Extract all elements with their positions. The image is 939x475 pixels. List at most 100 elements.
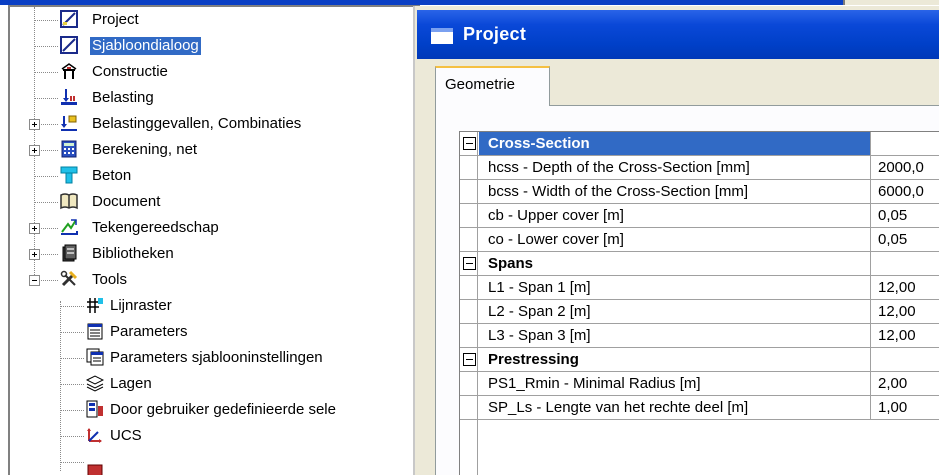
tree-item-beton[interactable]: Beton	[0, 163, 420, 189]
tree-item-label: Belasting	[92, 89, 154, 106]
expand-toggle[interactable]	[29, 119, 40, 130]
property-row[interactable]: L1 - Span 1 [m] 12,00	[460, 276, 939, 300]
tab-bar: Geometrie	[435, 66, 939, 106]
tree-item-label: Project	[92, 11, 139, 28]
property-value[interactable]: 6000,0	[878, 183, 924, 200]
tree-item-label: Tekengereedschap	[92, 219, 219, 236]
collapse-toggle[interactable]	[463, 353, 476, 366]
tree-item-parameters-sjablooninstellingen[interactable]: Parameters sjablooninstellingen	[0, 345, 420, 371]
document-icon	[60, 192, 78, 210]
property-name: L2 - Span 2 [m]	[488, 303, 591, 320]
category-prestressing[interactable]: Prestressing	[460, 348, 939, 372]
tab-label: Geometrie	[445, 76, 516, 93]
property-value[interactable]: 1,00	[878, 399, 907, 416]
property-row[interactable]: hcss - Depth of the Cross-Section [mm] 2…	[460, 156, 939, 180]
tree-item-project[interactable]: Project	[0, 7, 420, 33]
property-row[interactable]: PS1_Rmin - Minimal Radius [m] 2,00	[460, 372, 939, 396]
property-name: hcss - Depth of the Cross-Section [mm]	[488, 159, 750, 176]
tree-item-label: Berekening, net	[92, 141, 198, 158]
tree-item-document[interactable]: Document	[0, 189, 420, 215]
category-cross-section[interactable]: Cross-Section	[460, 132, 939, 156]
tree-item-constructie[interactable]: Constructie	[0, 59, 420, 85]
property-value[interactable]: 12,00	[878, 327, 916, 344]
tree-item-berekening[interactable]: Berekening, net	[0, 137, 420, 163]
property-name: bcss - Width of the Cross-Section [mm]	[488, 183, 749, 200]
tree-item-label: Sjabloondialoog	[90, 37, 201, 55]
template-dialog-icon	[60, 36, 78, 54]
tree-item-label: Lagen	[110, 375, 152, 392]
property-value[interactable]: 2000,0	[878, 159, 924, 176]
drawing-tools-icon	[60, 218, 78, 236]
tools-icon	[60, 270, 78, 288]
tree-item-belastinggevallen[interactable]: Belastinggevallen, Combinaties	[0, 111, 420, 137]
concrete-icon	[60, 166, 78, 184]
tree-item-sjabloondialoog[interactable]: Sjabloondialoog	[0, 33, 420, 59]
tree-item-label: Bibliotheken	[92, 245, 174, 262]
collapse-toggle[interactable]	[463, 137, 476, 150]
property-name: L1 - Span 1 [m]	[488, 279, 591, 296]
tree-item-lagen[interactable]: Lagen	[0, 371, 420, 397]
category-label: Prestressing	[488, 351, 579, 368]
tree-item-lijnraster[interactable]: Lijnraster	[0, 293, 420, 319]
tree-item-bibliotheken[interactable]: Bibliotheken	[0, 241, 420, 267]
expand-toggle[interactable]	[29, 249, 40, 260]
structure-icon	[60, 62, 78, 80]
grid-lines-icon	[86, 296, 104, 314]
tree-item-label: Belastinggevallen, Combinaties	[92, 115, 302, 132]
tree-item-parameters[interactable]: Parameters	[0, 319, 420, 345]
tree-item-tools[interactable]: Tools	[0, 267, 420, 293]
collapse-toggle[interactable]	[463, 257, 476, 270]
tree-item-label: Parameters sjablooninstellingen	[110, 349, 323, 366]
dialog-titlebar[interactable]: Project	[417, 10, 939, 59]
property-row[interactable]: cb - Upper cover [m] 0,05	[460, 204, 939, 228]
project-tree[interactable]: Project Sjabloondialoog Constructie Bela…	[0, 5, 420, 475]
tree-item-clipped[interactable]	[0, 449, 420, 475]
unknown-icon	[86, 463, 104, 475]
tree-item-label: UCS	[110, 427, 142, 444]
tree-item-label: Document	[92, 193, 161, 210]
dialog-title: Project	[463, 24, 527, 44]
tree-item-tekengereedschap[interactable]: Tekengereedschap	[0, 215, 420, 241]
property-row[interactable]: SP_Ls - Lengte van het rechte deel [m] 1…	[460, 396, 939, 420]
tree-item-ucs[interactable]: UCS	[0, 423, 420, 449]
property-row[interactable]: L2 - Span 2 [m] 12,00	[460, 300, 939, 324]
property-grid[interactable]: Cross-Section hcss - Depth of the Cross-…	[459, 131, 939, 475]
top-strip-right	[843, 0, 939, 5]
category-label: Spans	[488, 255, 534, 272]
category-label: Cross-Section	[488, 135, 590, 152]
expand-toggle[interactable]	[29, 223, 40, 234]
property-row[interactable]: L3 - Span 3 [m] 12,00	[460, 324, 939, 348]
tree-item-user-defined-selection[interactable]: Door gebruiker gedefinieerde sele	[0, 397, 420, 423]
collapse-toggle[interactable]	[29, 275, 40, 286]
property-name: L3 - Span 3 [m]	[488, 327, 591, 344]
property-row[interactable]: bcss - Width of the Cross-Section [mm] 6…	[460, 180, 939, 204]
property-value[interactable]: 2,00	[878, 375, 907, 392]
property-name: co - Lower cover [m]	[488, 231, 624, 248]
template-parameters-icon	[86, 348, 104, 366]
category-spans[interactable]: Spans	[460, 252, 939, 276]
window-icon	[431, 28, 453, 44]
load-cases-icon	[60, 114, 78, 132]
tree-item-belasting[interactable]: Belasting	[0, 85, 420, 111]
tab-geometrie[interactable]: Geometrie	[435, 66, 550, 106]
load-icon	[60, 88, 78, 106]
layers-icon	[86, 374, 104, 392]
tree-item-label: Tools	[92, 271, 128, 288]
tree-item-label: Door gebruiker gedefinieerde sele	[110, 401, 336, 418]
property-value[interactable]: 12,00	[878, 279, 916, 296]
project-icon	[60, 10, 78, 28]
property-row[interactable]: co - Lower cover [m] 0,05	[460, 228, 939, 252]
calculator-icon	[60, 140, 78, 158]
tree-item-label: Lijnraster	[110, 297, 172, 314]
tree-item-label: Parameters	[110, 323, 188, 340]
ucs-icon	[86, 426, 104, 444]
expand-toggle[interactable]	[29, 145, 40, 156]
property-name: PS1_Rmin - Minimal Radius [m]	[488, 375, 701, 392]
property-value[interactable]: 0,05	[878, 207, 907, 224]
selection-icon	[86, 400, 104, 418]
property-value[interactable]: 0,05	[878, 231, 907, 248]
property-value[interactable]: 12,00	[878, 303, 916, 320]
tree-item-label: Constructie	[92, 63, 168, 80]
parameters-icon	[86, 322, 104, 340]
property-name: cb - Upper cover [m]	[488, 207, 624, 224]
